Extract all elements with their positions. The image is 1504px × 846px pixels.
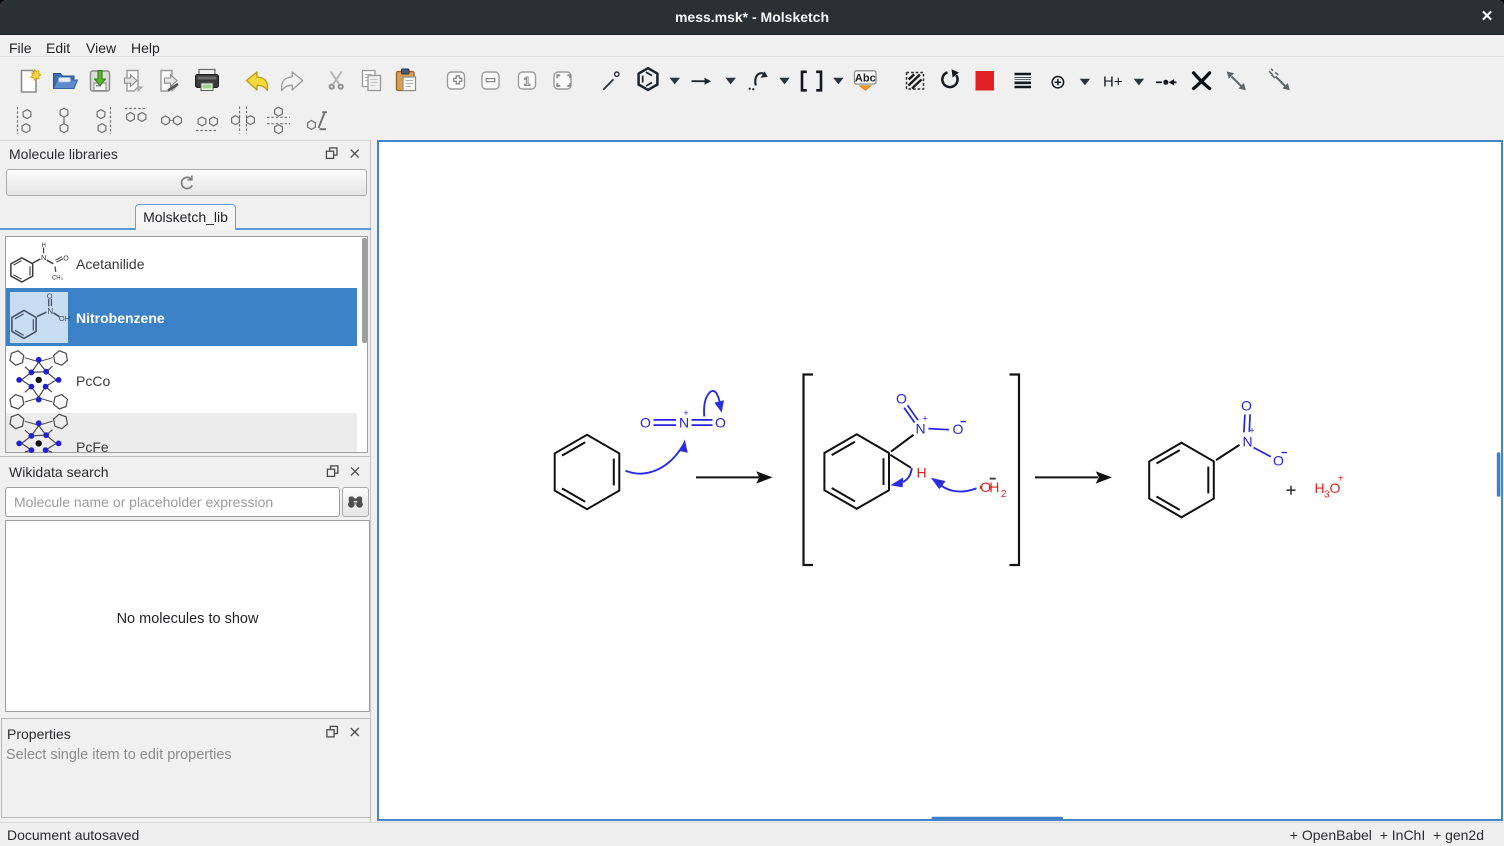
svg-text:O: O [1241,397,1252,413]
svg-text:OH: OH [59,314,70,323]
svg-text:O: O [47,292,53,301]
svg-text:+: + [683,408,689,419]
svg-text:2: 2 [1001,489,1007,500]
svg-text:CH₃: CH₃ [52,275,64,281]
svg-text:N: N [47,307,53,316]
svg-text:O: O [715,414,726,430]
svg-text:O: O [896,390,907,406]
svg-text:O: O [63,256,69,263]
svg-text:H: H [989,479,999,495]
svg-text:O: O [1273,453,1284,469]
svg-text:H: H [916,464,926,480]
svg-text:+: + [922,414,928,425]
svg-text:O: O [640,414,651,430]
svg-text:+: + [1338,474,1344,485]
svg-text:H: H [42,243,46,249]
svg-text:O: O [953,421,964,437]
svg-text:N: N [41,253,46,262]
